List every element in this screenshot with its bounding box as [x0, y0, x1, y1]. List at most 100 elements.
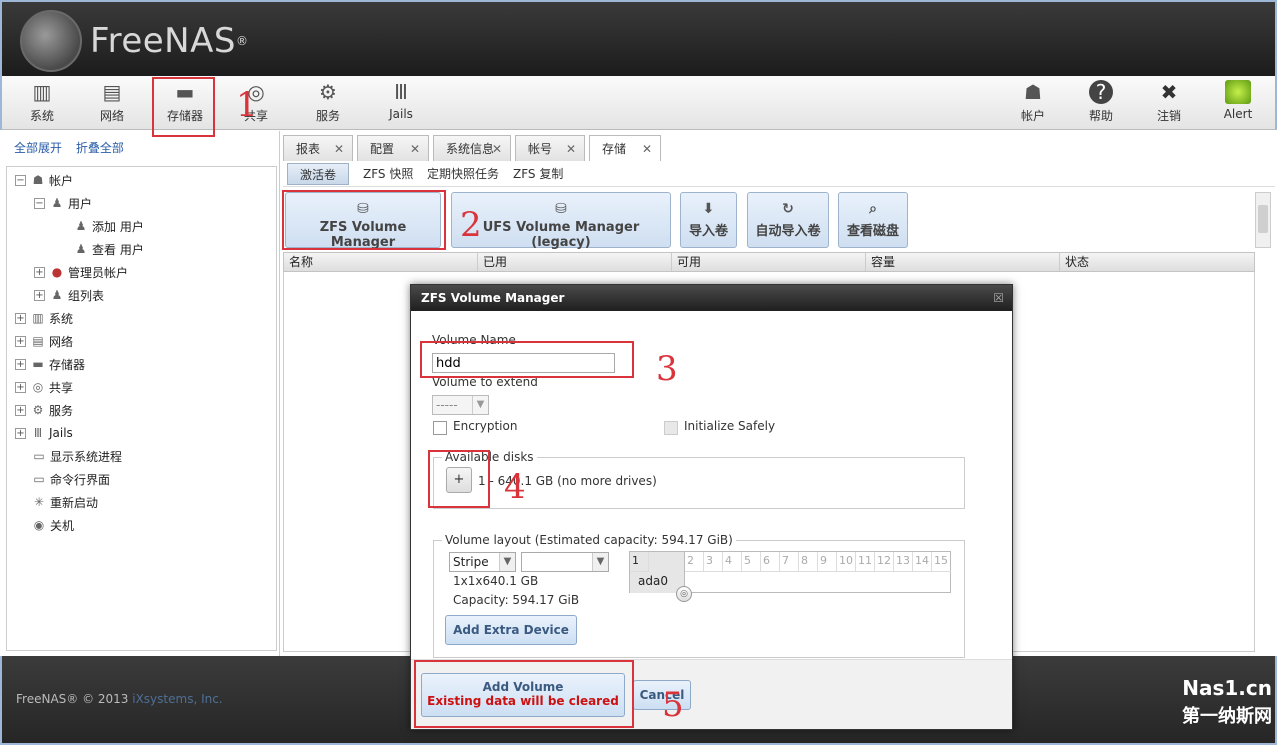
toolbar-network-button[interactable]: ▤ 网络: [82, 80, 142, 124]
tree-item-reboot[interactable]: ✳ 重新启动: [31, 492, 98, 512]
annotation-number-1: 1: [236, 85, 258, 125]
expand-toggle[interactable]: +: [15, 358, 26, 370]
close-icon[interactable]: ✕: [566, 136, 576, 162]
import-volume-button[interactable]: ⬇ 导入卷: [680, 192, 737, 248]
dialog-title: ZFS Volume Manager: [421, 291, 565, 305]
expand-toggle[interactable]: +: [15, 312, 26, 324]
resize-handle-icon[interactable]: ◎: [676, 586, 692, 602]
tree-label: 添加 用户: [92, 219, 144, 234]
logo-reg: ®: [235, 34, 248, 48]
tab-system-info[interactable]: 系统信息 ✕: [433, 135, 511, 161]
column-header-size[interactable]: 容量: [866, 253, 1060, 271]
tree-item-network[interactable]: + ▤ 网络: [15, 331, 73, 351]
disk-column-number: 1: [630, 552, 649, 572]
chevron-down-icon: ▼: [592, 553, 608, 571]
close-icon[interactable]: ✕: [492, 136, 502, 162]
toolbar-jails-button[interactable]: Ⅲ Jails: [371, 80, 431, 121]
select-value: Stripe: [453, 555, 489, 569]
scrollbar-thumb[interactable]: [1258, 205, 1268, 233]
disk-layout-grid[interactable]: 1 2 3 4 5 6 7 8 9 10 11 12 13 14 15 ada0…: [629, 551, 951, 602]
tree-item-processes[interactable]: ▭ 显示系统进程: [31, 446, 122, 466]
toolbar-system-button[interactable]: ▥ 系统: [12, 80, 72, 124]
toolbar-alert-button[interactable]: Alert: [1208, 80, 1268, 121]
auto-import-button[interactable]: ↻ 自动导入卷: [747, 192, 829, 248]
tab-storage[interactable]: 存储 ✕: [589, 135, 661, 162]
tree-item-groups[interactable]: + ♟ 组列表: [34, 285, 104, 305]
tree-item-add-user[interactable]: ♟ 添加 用户: [73, 216, 144, 236]
tree-item-admin-accounts[interactable]: + ● 管理员帐户: [34, 262, 128, 282]
tree-item-storage[interactable]: + ▬ 存储器: [15, 354, 85, 374]
tree-label: 帐户: [49, 173, 74, 188]
chevron-down-icon: ▼: [499, 553, 515, 571]
initialize-safely-checkbox[interactable]: [664, 421, 678, 435]
button-label: 导入卷: [688, 224, 728, 239]
toolbar-services-button[interactable]: ⚙ 服务: [298, 80, 358, 124]
expand-toggle[interactable]: +: [15, 381, 26, 393]
tab-config[interactable]: 配置 ✕: [357, 135, 429, 161]
tab-account[interactable]: 帐号 ✕: [515, 135, 585, 161]
collapse-all-link[interactable]: 折叠全部: [76, 141, 124, 155]
expand-all-link[interactable]: 全部展开: [14, 141, 62, 155]
watermark-bottom: 第一纳斯网: [1182, 706, 1272, 727]
subtab-active-volumes[interactable]: 激活卷: [287, 163, 349, 185]
column-header-name[interactable]: 名称: [284, 253, 478, 271]
tree-item-shell[interactable]: ▭ 命令行界面: [31, 469, 110, 489]
account-icon: ☗: [32, 173, 44, 187]
tree-label: 服务: [49, 403, 74, 418]
volume-extend-select[interactable]: ----- ▼: [432, 395, 489, 415]
collapse-toggle[interactable]: −: [15, 174, 26, 186]
view-disks-button[interactable]: ⌕ 查看磁盘: [838, 192, 908, 248]
subtab-zfs-snapshots[interactable]: ZFS 快照: [357, 163, 419, 185]
expand-toggle[interactable]: +: [15, 404, 26, 416]
disk-column-number: 2: [685, 552, 704, 572]
company-link[interactable]: iXsystems, Inc.: [132, 692, 222, 706]
tab-reports[interactable]: 报表 ✕: [283, 135, 353, 161]
tree-item-shutdown[interactable]: ◉ 关机: [31, 515, 74, 535]
tree-item-services[interactable]: + ⚙ 服务: [15, 400, 73, 420]
close-icon[interactable]: ✕: [334, 136, 344, 162]
sidebar: 全部展开 折叠全部 − ☗ 帐户 − ♟ 用户 ♟ 添加 用户 ♟ 查看 用户 …: [2, 131, 280, 656]
column-header-status[interactable]: 状态: [1060, 253, 1254, 271]
toolbar-help-button[interactable]: ? 帮助: [1071, 80, 1131, 124]
add-extra-device-button[interactable]: Add Extra Device: [445, 615, 577, 645]
column-header-used[interactable]: 已用: [478, 253, 672, 271]
processes-icon: ▭: [33, 449, 45, 463]
collapse-toggle[interactable]: −: [34, 197, 45, 209]
tree-item-system[interactable]: + ▥ 系统: [15, 308, 73, 328]
tree-item-sharing[interactable]: + ◎ 共享: [15, 377, 73, 397]
layout-type-select[interactable]: Stripe ▼: [449, 552, 516, 572]
annotation-box-4: [428, 450, 490, 508]
close-icon[interactable]: ✕: [642, 136, 652, 162]
volume-layout-legend: Volume layout (Estimated capacity: 594.1…: [442, 533, 736, 547]
close-icon[interactable]: ☒: [993, 285, 1004, 311]
tree-label: 共享: [49, 380, 74, 395]
select-value: -----: [436, 398, 458, 412]
expand-toggle[interactable]: +: [15, 427, 26, 439]
subtab-zfs-replication[interactable]: ZFS 复制: [507, 163, 569, 185]
expand-toggle[interactable]: +: [34, 289, 45, 301]
tab-label: 存储: [602, 142, 627, 156]
encryption-checkbox[interactable]: [433, 421, 447, 435]
annotation-number-5: 5: [662, 685, 684, 725]
tree-label: 系统: [49, 311, 74, 326]
tree-item-view-users[interactable]: ♟ 查看 用户: [73, 239, 144, 259]
tree-item-jails[interactable]: + Ⅲ Jails: [15, 423, 73, 443]
tree-item-accounts[interactable]: − ☗ 帐户: [15, 170, 73, 190]
subtab-periodic-snapshots[interactable]: 定期快照任务: [421, 163, 505, 185]
disk-column-number: 4: [723, 552, 742, 572]
expand-toggle[interactable]: +: [15, 335, 26, 347]
tree-label: 关机: [50, 518, 75, 533]
toolbar-account-button[interactable]: ☗ 帐户: [1003, 80, 1063, 124]
close-icon[interactable]: ✕: [410, 136, 420, 162]
toolbar-logout-button[interactable]: ✖ 注销: [1139, 80, 1199, 124]
tree-item-users[interactable]: − ♟ 用户: [34, 193, 92, 213]
annotation-number-2: 2: [460, 205, 482, 245]
toolbar-label: 帮助: [1088, 109, 1113, 123]
freenas-logo-icon: [20, 10, 82, 72]
ufs-volume-manager-button[interactable]: ⛁ UFS Volume Manager (legacy): [451, 192, 671, 250]
expand-toggle[interactable]: +: [34, 266, 45, 278]
layout-secondary-select[interactable]: ▼: [521, 552, 609, 572]
column-header-available[interactable]: 可用: [672, 253, 866, 271]
toolbar-label: Alert: [1223, 107, 1253, 121]
action-bar-scrollbar[interactable]: [1255, 192, 1271, 248]
